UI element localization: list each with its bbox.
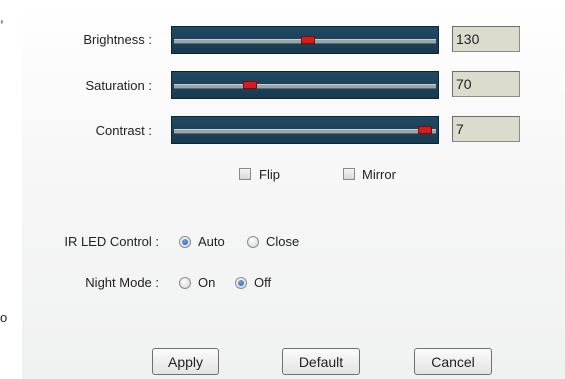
ir-led-close-radio[interactable]: [247, 236, 259, 248]
brightness-value-field[interactable]: 130: [452, 26, 520, 52]
ir-led-auto-label: Auto: [198, 234, 225, 249]
default-button[interactable]: Default: [282, 348, 360, 375]
clipped-text-bottom: o: [0, 310, 8, 325]
ir-led-close-label: Close: [266, 234, 300, 249]
apply-button[interactable]: Apply: [152, 348, 219, 375]
contrast-slider-thumb[interactable]: [418, 126, 432, 134]
ir-led-control-label: IR LED Control :: [64, 234, 159, 249]
mirror-label: Mirror: [362, 167, 396, 182]
saturation-slider-track: [174, 84, 436, 89]
brightness-slider[interactable]: [171, 26, 439, 54]
contrast-label: Contrast :: [95, 123, 152, 138]
clipped-text-top: ,: [0, 10, 4, 25]
camera-settings-panel: Brightness : 130 Saturation : 70 Contras…: [22, 0, 565, 379]
saturation-value-field[interactable]: 70: [452, 71, 520, 97]
night-mode-label: Night Mode :: [85, 275, 159, 290]
mirror-checkbox[interactable]: [343, 168, 355, 180]
contrast-slider-track: [174, 129, 436, 134]
night-mode-on-label: On: [198, 275, 216, 290]
saturation-slider-thumb[interactable]: [243, 81, 257, 89]
night-mode-on-radio[interactable]: [179, 277, 191, 289]
ir-led-auto-radio[interactable]: [179, 236, 191, 248]
flip-label: Flip: [259, 167, 280, 182]
saturation-slider[interactable]: [171, 71, 439, 99]
night-mode-off-radio[interactable]: [235, 277, 247, 289]
brightness-slider-thumb[interactable]: [300, 36, 315, 44]
night-mode-off-label: Off: [254, 275, 272, 290]
contrast-slider[interactable]: [171, 116, 439, 144]
saturation-label: Saturation :: [85, 78, 153, 93]
contrast-value-field[interactable]: 7: [452, 116, 520, 142]
cancel-button[interactable]: Cancel: [414, 348, 492, 375]
brightness-label: Brightness :: [83, 32, 152, 47]
flip-checkbox[interactable]: [239, 168, 251, 180]
